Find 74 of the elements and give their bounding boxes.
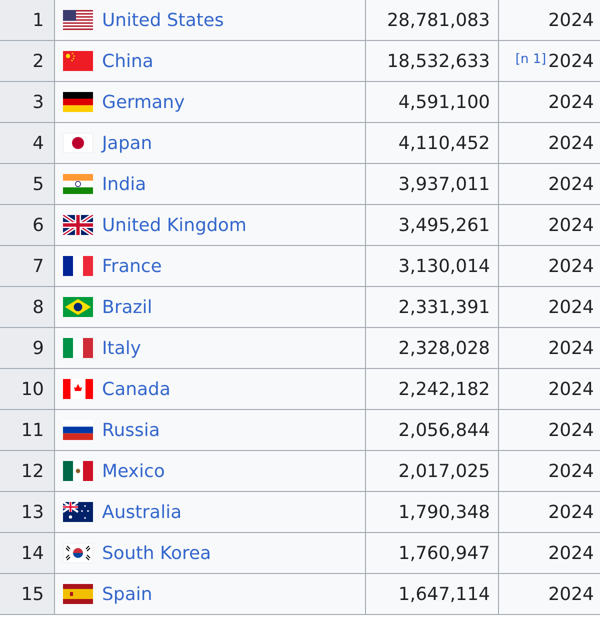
country-link[interactable]: India [102,174,146,194]
gdp-cell: 1,647,114 [366,574,498,614]
flag-icon [63,461,93,481]
flag-icon [63,297,93,317]
rank-cell: 5 [0,164,54,204]
rank-cell: 11 [0,410,54,450]
rank-cell: 15 [0,574,54,614]
year-text: 2024 [548,460,594,482]
year-text: 2024 [548,174,594,194]
country-link[interactable]: Australia [102,502,182,522]
year-text: 2024 [548,542,594,564]
year-text: 2024 [548,214,594,236]
flag-icon [63,338,93,358]
flag-icon [63,215,93,235]
rank-cell: 13 [0,492,54,532]
flag-icon [63,420,93,440]
gdp-cell: 1,760,947 [366,532,498,574]
country-link[interactable]: Italy [102,338,142,358]
flag-icon [63,133,93,153]
flag-icon [63,92,93,112]
year-text: 2024 [548,256,594,276]
gdp-cell: 2,331,391 [366,286,498,328]
flag-icon [63,379,93,399]
year-text: 2024 [548,378,594,400]
country-link[interactable]: Spain [102,584,152,604]
flag-icon [63,543,93,563]
rank-cell: 9 [0,328,54,368]
gdp-cell: 4,110,452 [366,122,498,164]
rank-cell: 8 [0,286,54,328]
gdp-cell: 3,130,014 [366,246,498,286]
year-text: 2024 [548,420,594,440]
gdp-cell: 2,242,182 [366,368,498,410]
rank-cell: 14 [0,532,54,574]
country-link[interactable]: Brazil [102,296,152,318]
gdp-cell: 2,328,028 [366,328,498,368]
country-link[interactable]: China [102,50,154,72]
flag-icon [63,584,93,604]
country-link[interactable]: Canada [102,378,170,400]
year-text: 2024 [548,338,594,358]
country-link[interactable]: Mexico [102,460,165,482]
rank-cell: 12 [0,450,54,492]
country-link[interactable]: Germany [102,92,185,112]
flag-icon [63,51,93,71]
flag-icon [63,174,93,194]
rank-cell: 2 [0,40,54,82]
footnote-link[interactable]: [n 1] [515,52,546,66]
gdp-cell: 2,017,025 [366,450,498,492]
year-text: 2024 [548,296,594,318]
country-link[interactable]: South Korea [102,542,212,564]
flag-icon [63,502,93,522]
rank-cell: 4 [0,122,54,164]
flag-icon [63,10,93,30]
country-link[interactable]: Russia [102,420,160,440]
gdp-cell: 28,781,083 [366,0,498,40]
rank-cell: 6 [0,204,54,246]
flag-icon [63,256,93,276]
country-link[interactable]: France [102,256,162,276]
gdp-cell: 18,532,633 [366,40,498,82]
year-text: 2024 [548,584,594,604]
rank-cell: 3 [0,82,54,122]
year-text: 2024 [548,92,594,112]
year-text: 2024 [548,132,594,154]
year-text: 2024 [548,10,594,30]
gdp-cell: 1,790,348 [366,492,498,532]
rank-cell: 7 [0,246,54,286]
gdp-cell: 4,591,100 [366,82,498,122]
gdp-cell: 3,495,261 [366,204,498,246]
gdp-cell: 3,937,011 [366,164,498,204]
gdp-cell: 2,056,844 [366,410,498,450]
country-link[interactable]: Japan [102,132,152,154]
rank-cell: 1 [0,0,54,40]
year-text: 2024 [548,50,594,72]
year-text: 2024 [548,502,594,522]
rank-cell: 10 [0,368,54,410]
